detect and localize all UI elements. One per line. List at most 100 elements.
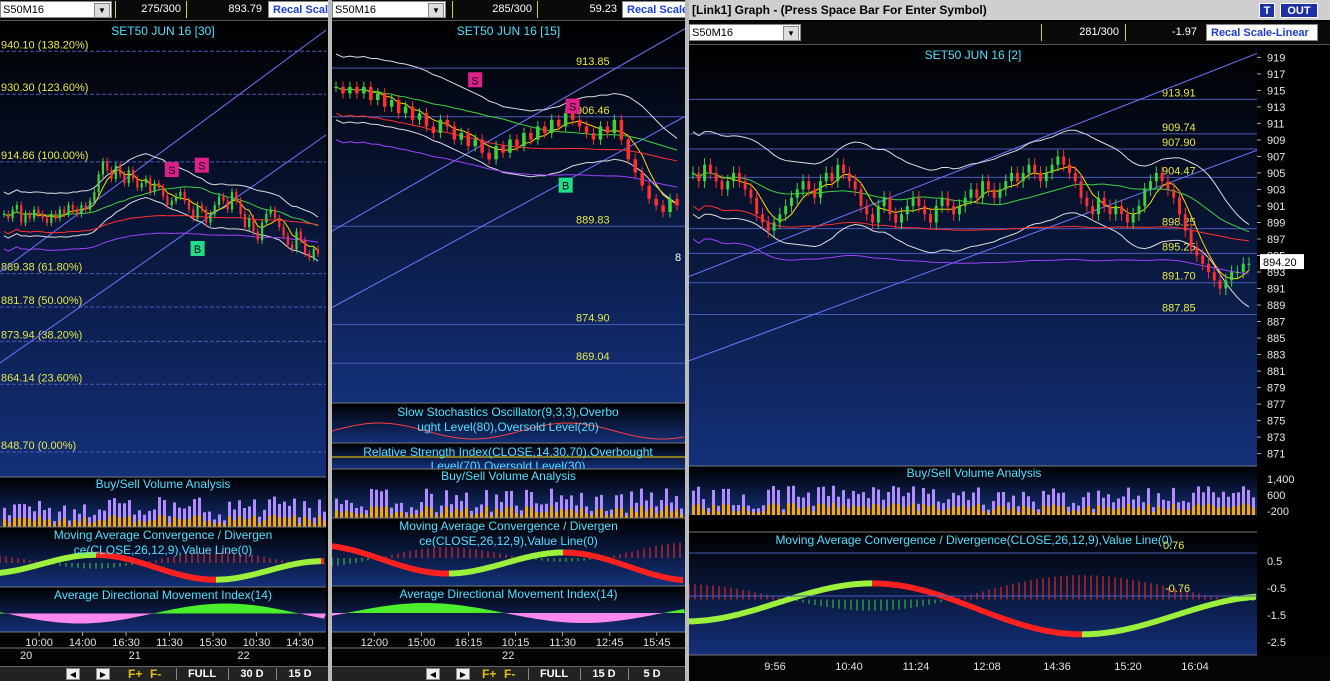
recal-scale-button[interactable]: Recal Scale — [622, 1, 685, 18]
macd-band-segment — [1013, 618, 1016, 626]
macd-band-segment — [680, 576, 683, 584]
t-button[interactable]: T — [1259, 3, 1275, 18]
volume-bar-buy — [802, 508, 805, 515]
volume-bar-buy — [535, 512, 538, 518]
macd-band-segment — [1007, 616, 1010, 624]
recal-scale-button[interactable]: Recal Scale — [268, 1, 328, 18]
macd-band-segment — [1061, 630, 1064, 637]
macd-band-segment — [569, 549, 572, 556]
candle-body — [316, 249, 320, 254]
candle-body — [1189, 230, 1193, 248]
candle-body — [196, 205, 199, 219]
macd-band-segment — [1043, 627, 1046, 634]
scroll-right-button[interactable]: ▶ — [456, 668, 470, 680]
level-label: 891.70 — [1162, 271, 1196, 283]
volume-bar-buy — [887, 505, 890, 515]
range-button-2[interactable]: 5 D — [628, 668, 675, 680]
candle-body — [166, 196, 169, 206]
candle-body — [256, 231, 259, 241]
macd-band-segment — [1115, 627, 1118, 635]
volume-bar-buy — [450, 512, 453, 518]
macd-band-segment — [141, 559, 144, 567]
macd-band-segment — [593, 552, 596, 560]
volume-bar-buy — [977, 503, 980, 515]
chevron-down-icon[interactable]: ▼ — [428, 3, 444, 18]
chevron-down-icon[interactable]: ▼ — [783, 26, 799, 41]
symbol-select[interactable]: S50M16 ▼ — [0, 1, 112, 18]
macd-band-segment — [965, 601, 968, 609]
full-button[interactable]: FULL — [176, 668, 227, 680]
scroll-right-button[interactable]: ▶ — [96, 668, 110, 680]
volume-bar-buy — [465, 507, 468, 518]
macd-band-segment — [875, 580, 878, 587]
chart-area[interactable]: SET50 JUN 16 [15] 913.85 906.46 889.83 874.9… — [332, 21, 685, 681]
macd-band-segment — [779, 598, 782, 606]
chart-area[interactable]: SET50 JUN 16 [30] 940.10 (138.20%) 930.30 … — [0, 21, 328, 681]
chart-title: SET50 JUN 16 [30] — [111, 24, 214, 38]
volume-bar-buy — [702, 508, 705, 515]
macd-band-segment — [1064, 630, 1067, 637]
volume-bar-buy — [48, 519, 51, 527]
candle-body — [859, 189, 863, 206]
macd-band-segment — [749, 607, 752, 615]
level-label: 889.38 (61.80%) — [1, 262, 82, 274]
candle-body — [720, 181, 724, 190]
volume-bar-buy — [610, 514, 613, 518]
candle-body — [84, 205, 87, 210]
volume-bar-buy — [882, 508, 885, 515]
range-button-1[interactable]: 15 D — [580, 668, 627, 680]
level-label: 914.86 (100.00%) — [1, 150, 88, 162]
symbol-select[interactable]: S50M16 ▼ — [332, 1, 446, 18]
macd-band-segment — [1136, 623, 1139, 630]
macd-band-segment — [746, 608, 749, 616]
candle-body — [640, 172, 644, 186]
macd-band-segment — [1082, 631, 1085, 638]
volume-bar-buy — [982, 510, 985, 515]
candle-body — [7, 213, 10, 219]
volume-bar-buy — [430, 508, 433, 518]
macd-band-segment — [989, 610, 992, 618]
zoom-in-icon[interactable]: F+ — [482, 667, 500, 681]
chevron-down-icon[interactable]: ▼ — [94, 3, 110, 18]
macd-band-segment — [521, 555, 524, 562]
out-button[interactable]: OUT — [1280, 3, 1318, 18]
macd-band-segment — [255, 570, 258, 578]
volume-bar-buy — [1237, 505, 1240, 515]
range-button-1[interactable]: 30 D — [228, 668, 275, 680]
macd-band-segment — [312, 558, 315, 565]
volume-bar-buy — [732, 511, 735, 515]
candle-body — [1206, 263, 1210, 273]
zoom-in-icon[interactable]: F+ — [128, 667, 146, 681]
candle-body — [923, 205, 927, 215]
range-button-2[interactable]: 15 D — [276, 668, 323, 680]
volume-bar-buy — [385, 506, 388, 518]
candle-body — [473, 139, 477, 147]
macd-band-segment — [1052, 628, 1055, 636]
macd-band-segment — [695, 618, 698, 625]
volume-bar-buy — [707, 512, 710, 515]
macd-band-segment — [1112, 628, 1115, 635]
candle-body — [981, 181, 985, 198]
level-label: 904.47 — [1162, 165, 1196, 177]
zoom-out-icon[interactable]: F- — [504, 667, 522, 681]
candle-body — [243, 213, 246, 228]
macd-band-segment — [297, 560, 300, 567]
scroll-left-button[interactable]: ◀ — [66, 668, 80, 680]
time-tick-label: 10:30 — [243, 637, 271, 649]
chart-area[interactable]: SET50 JUN 16 [2]913.91909.74907.90904.47… — [689, 45, 1330, 681]
volume-bar-buy — [1097, 505, 1100, 515]
zoom-out-icon[interactable]: F- — [150, 667, 168, 681]
volume-bar-buy — [248, 518, 251, 527]
symbol-select[interactable]: S50M16 ▼ — [689, 24, 801, 41]
macd-band-segment — [395, 560, 398, 568]
panel-toolbar: S50M16 ▼ 285/300 59.23 Recal Scale — [332, 0, 685, 21]
candle-body — [192, 209, 195, 219]
candle-body — [1039, 172, 1042, 182]
macd-band-segment — [63, 555, 66, 562]
recal-scale-button[interactable]: Recal Scale-Linear — [1206, 24, 1318, 41]
candle-body — [795, 189, 799, 198]
macd-band-segment — [1118, 627, 1121, 634]
candle-body — [2, 213, 6, 215]
scroll-left-button[interactable]: ◀ — [426, 668, 440, 680]
full-button[interactable]: FULL — [528, 668, 579, 680]
